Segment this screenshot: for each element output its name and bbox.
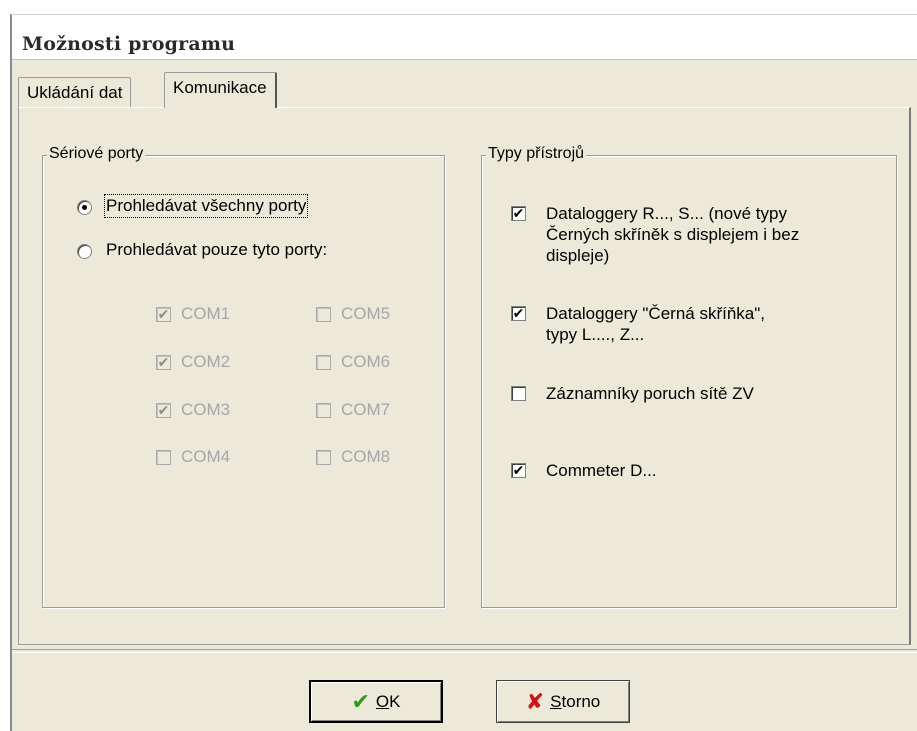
fault-recorders-label: Záznamníky poruch sítě ZV <box>546 384 754 403</box>
com4-label: COM4 <box>181 447 231 466</box>
checkbox-com3[interactable]: ✔ COM3 <box>156 400 230 420</box>
radio-button-selected[interactable] <box>77 200 92 215</box>
serial-ports-legend: Sériové porty <box>47 145 146 163</box>
tab-page-communication: Sériové porty Prohledávat všechny porty … <box>18 107 911 645</box>
com5-label: COM5 <box>341 304 391 323</box>
checkbox-com6[interactable]: COM6 <box>316 352 390 372</box>
check-icon[interactable]: ✔ <box>511 306 526 321</box>
check-icon[interactable]: ✔ <box>511 206 526 221</box>
empty-checkbox[interactable] <box>156 450 171 465</box>
checkbox-com4[interactable]: COM4 <box>156 447 230 467</box>
dataloggery-rs-line2: Černých skříněk s displejem i bez <box>546 225 800 244</box>
tab-data-saving-label: Ukládání dat <box>27 83 123 102</box>
radio-scan-all-label: Prohledávat všechny porty <box>103 194 309 218</box>
dataloggery-rs-line3: displeje) <box>546 246 610 265</box>
empty-checkbox[interactable] <box>316 403 331 418</box>
tab-data-saving[interactable]: Ukládání dat <box>18 77 132 107</box>
checkbox-com5[interactable]: COM5 <box>316 304 390 324</box>
ok-label: OK <box>376 692 401 712</box>
checkbox-commeter[interactable]: ✔ Commeter D... <box>511 460 657 481</box>
check-icon[interactable]: ✔ <box>511 463 526 478</box>
checkbox-fault-recorders[interactable]: Záznamníky poruch sítě ZV <box>511 383 754 404</box>
dataloggery-black-box-line1: Dataloggery "Černá skříňka", <box>546 304 765 323</box>
checkbox-com7[interactable]: COM7 <box>316 400 390 420</box>
cancel-rest: torno <box>561 691 601 711</box>
checkbox-dataloggery-black-box[interactable]: ✔ Dataloggery "Černá skříňka", typy L...… <box>511 303 765 345</box>
window-title: Možnosti programu <box>22 33 236 55</box>
empty-checkbox[interactable] <box>316 355 331 370</box>
cancel-button[interactable]: ✘ Storno <box>496 680 630 723</box>
com3-label: COM3 <box>181 400 231 419</box>
radio-scan-selected-ports[interactable]: Prohledávat pouze tyto porty: <box>77 240 327 260</box>
com6-label: COM6 <box>341 352 391 371</box>
check-icon[interactable]: ✔ <box>156 307 171 322</box>
dataloggery-rs-line1: Dataloggery R..., S... (nové typy <box>546 204 787 223</box>
device-types-legend: Typy přístrojů <box>486 145 587 163</box>
dataloggery-black-box-label: Dataloggery "Černá skříňka", typy L....,… <box>546 303 765 345</box>
radio-button[interactable] <box>77 244 92 259</box>
radio-scan-selected-label: Prohledávat pouze tyto porty: <box>106 240 328 259</box>
options-dialog: Možnosti programu Ukládání dat Komunikac… <box>10 14 917 731</box>
com2-label: COM2 <box>181 352 231 371</box>
dataloggery-black-box-line2: typy L...., Z... <box>546 325 645 344</box>
com1-label: COM1 <box>181 304 231 323</box>
com7-label: COM7 <box>341 400 391 419</box>
com8-label: COM8 <box>341 447 391 466</box>
serial-ports-group: Sériové porty Prohledávat všechny porty … <box>42 145 445 608</box>
radio-scan-all-ports[interactable]: Prohledávat všechny porty <box>77 194 309 218</box>
check-icon[interactable]: ✔ <box>156 355 171 370</box>
check-icon[interactable]: ✔ <box>156 403 171 418</box>
checkmark-icon: ✔ <box>351 688 370 714</box>
ok-mnemonic: O <box>375 691 390 711</box>
commeter-label: Commeter D... <box>546 461 657 480</box>
cancel-label: Storno <box>550 692 600 712</box>
cross-icon: ✘ <box>525 688 545 714</box>
dataloggery-rs-label: Dataloggery R..., S... (nové typy Černýc… <box>546 203 799 266</box>
ok-rest: K <box>389 691 401 711</box>
checkbox-com2[interactable]: ✔ COM2 <box>156 352 230 372</box>
checkbox-dataloggery-rs[interactable]: ✔ Dataloggery R..., S... (nové typy Čern… <box>511 203 799 266</box>
empty-checkbox[interactable] <box>316 450 331 465</box>
ok-button[interactable]: ✔ OK <box>309 680 443 723</box>
button-bar-divider <box>12 649 917 653</box>
title-bar[interactable]: Možnosti programu <box>12 15 917 60</box>
tab-communication-label: Komunikace <box>173 78 267 97</box>
empty-checkbox[interactable] <box>316 307 331 322</box>
checkbox-com8[interactable]: COM8 <box>316 447 390 467</box>
device-types-group: Typy přístrojů ✔ Dataloggery R..., S... … <box>481 145 897 608</box>
checkbox-com1[interactable]: ✔ COM1 <box>156 304 230 324</box>
empty-checkbox[interactable] <box>511 386 526 401</box>
tab-communication[interactable]: Komunikace <box>164 72 277 108</box>
cancel-mnemonic: S <box>550 691 562 711</box>
